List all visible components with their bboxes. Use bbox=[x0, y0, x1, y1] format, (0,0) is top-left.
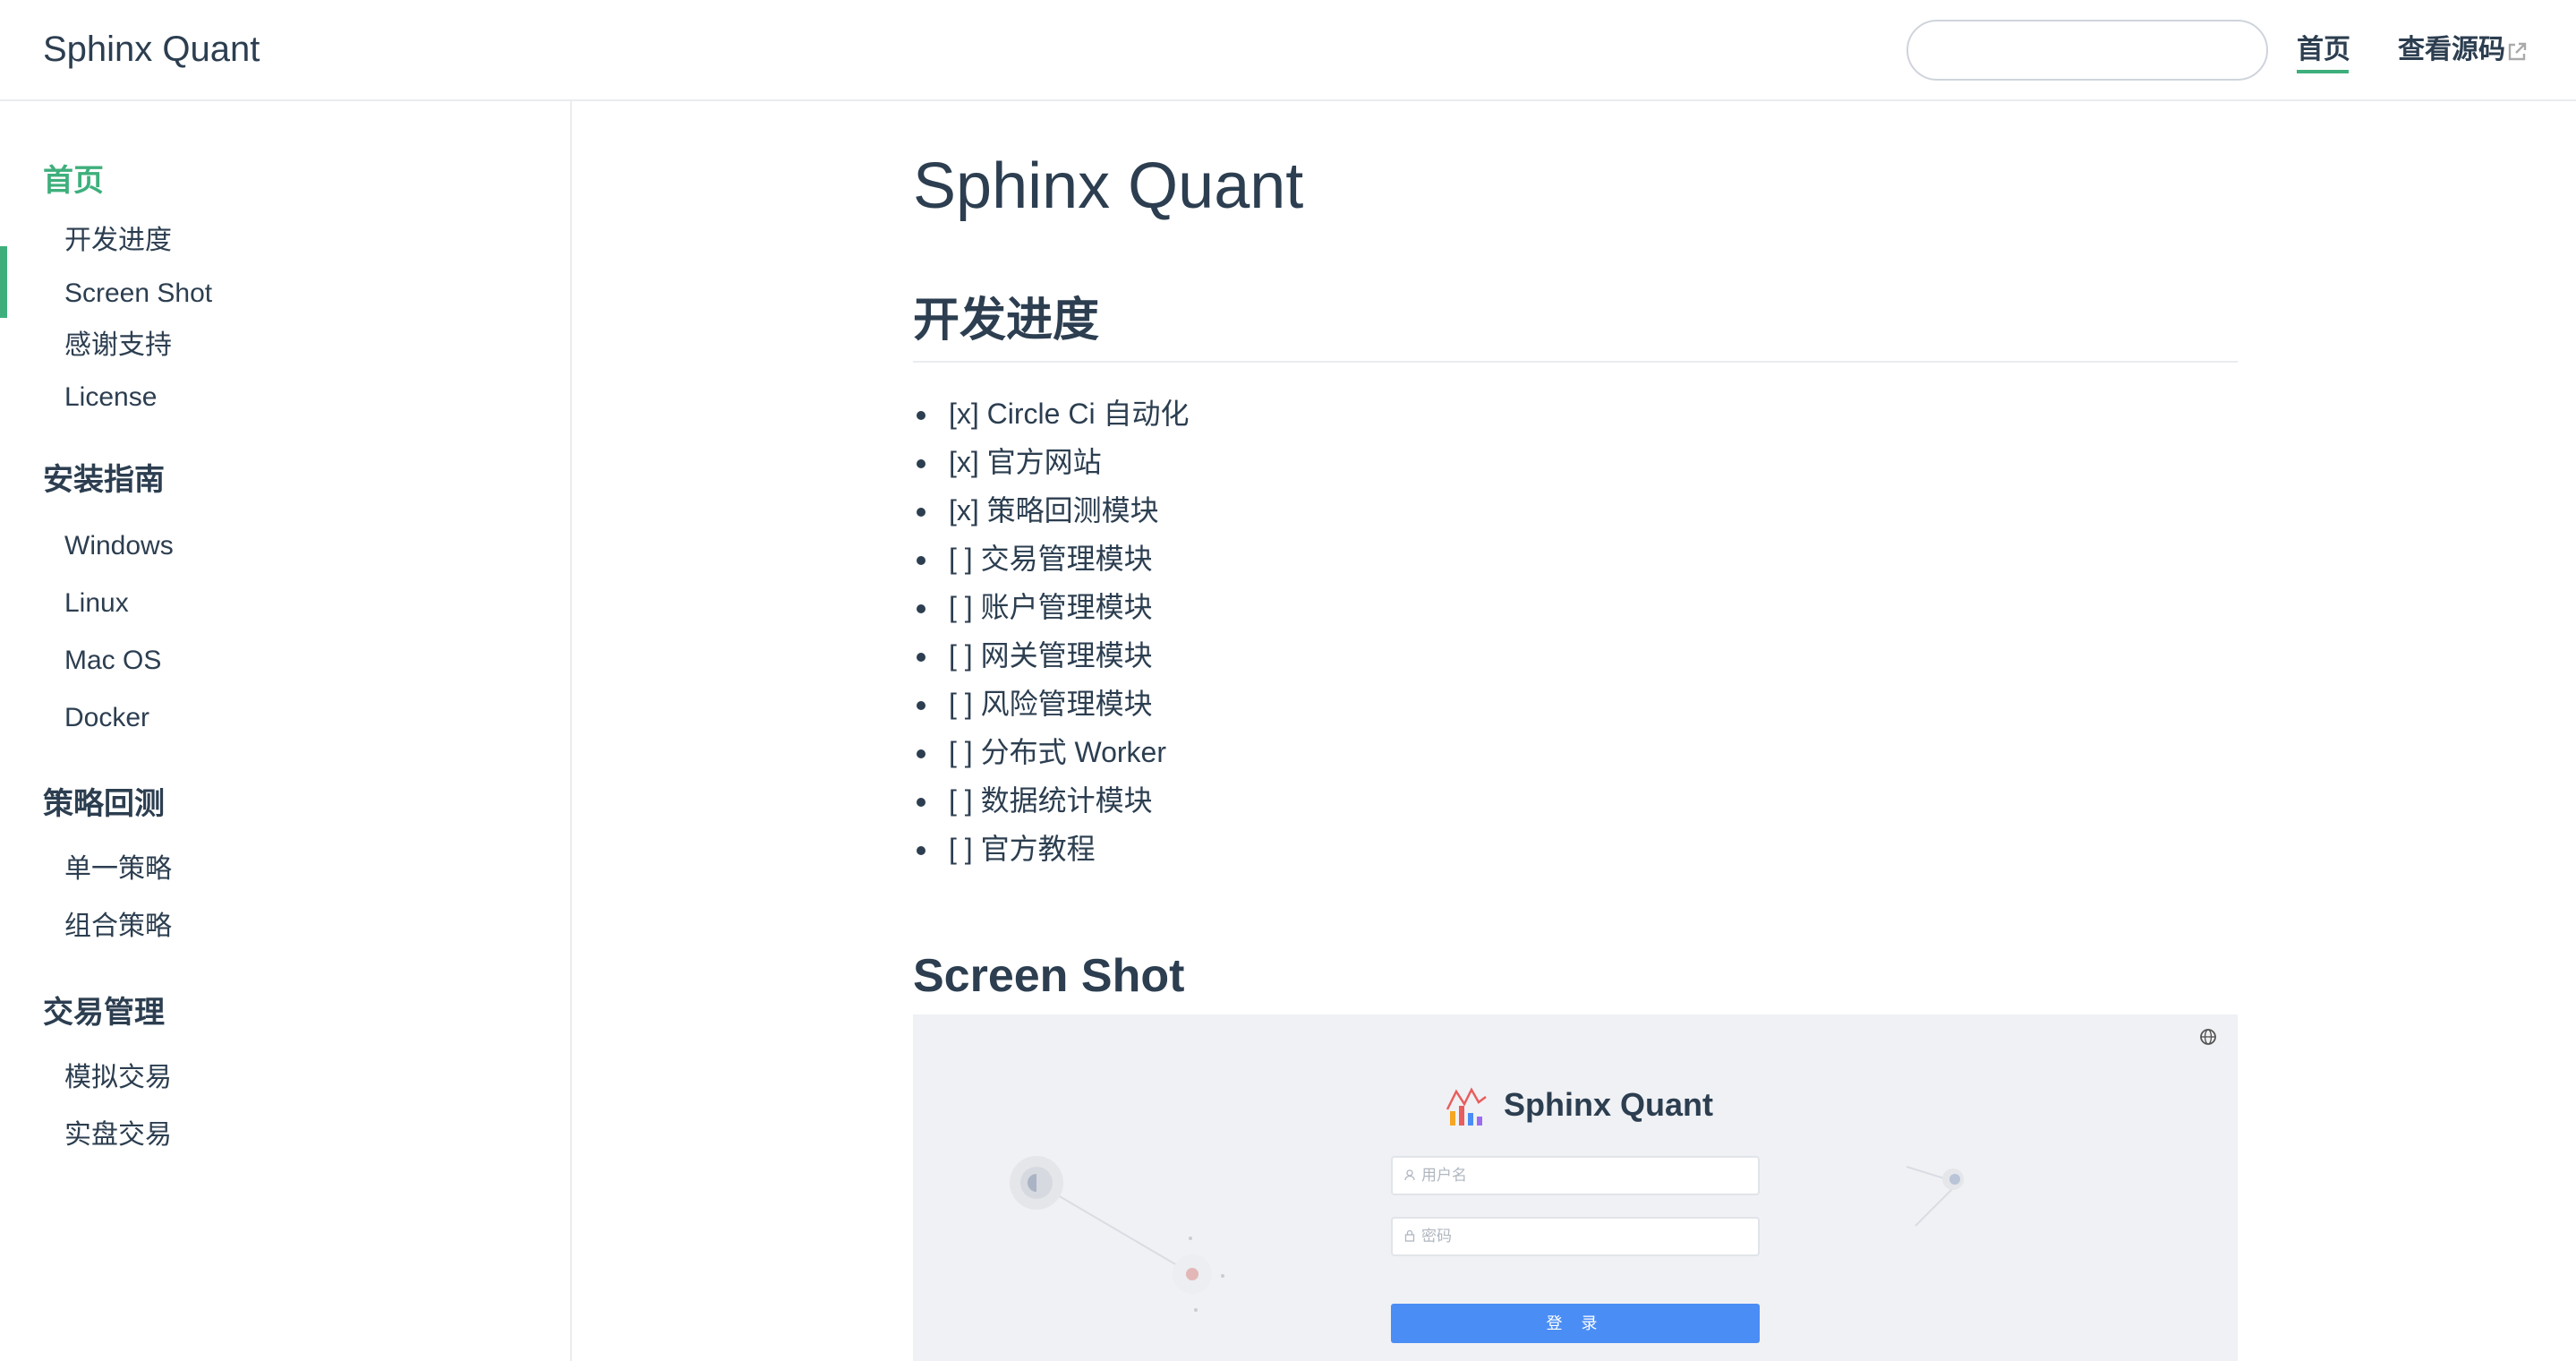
sphinx-logo-icon bbox=[1446, 1087, 1487, 1126]
globe-icon[interactable] bbox=[2198, 1027, 2218, 1047]
nav-link-home[interactable]: 首页 bbox=[2297, 32, 2350, 68]
list-item: [ ] 官方教程 bbox=[913, 825, 2238, 873]
external-link-icon bbox=[2508, 42, 2527, 61]
user-icon bbox=[1404, 1169, 1415, 1181]
active-nav-underline bbox=[2297, 70, 2349, 73]
sidebar-item-paper-trading[interactable]: 模拟交易 bbox=[64, 1060, 172, 1096]
login-button: 登 录 bbox=[1391, 1304, 1760, 1343]
heading-divider bbox=[913, 361, 2238, 363]
username-field: 用户名 bbox=[1391, 1156, 1760, 1195]
list-item: [x] 官方网站 bbox=[913, 438, 2238, 486]
username-placeholder: 用户名 bbox=[1421, 1167, 1467, 1184]
sidebar-group-home[interactable]: 首页 bbox=[43, 161, 104, 201]
sidebar-item-windows[interactable]: Windows bbox=[64, 528, 174, 564]
lock-icon bbox=[1404, 1229, 1415, 1242]
sidebar-item-linux[interactable]: Linux bbox=[64, 586, 129, 621]
list-item: [ ] 风险管理模块 bbox=[913, 680, 2238, 728]
search-input[interactable] bbox=[1906, 20, 2268, 81]
password-field: 密码 bbox=[1391, 1217, 1760, 1256]
sidebar-item-docker[interactable]: Docker bbox=[64, 700, 149, 736]
sidebar-group-trading[interactable]: 交易管理 bbox=[43, 993, 165, 1032]
list-item: [x] 策略回测模块 bbox=[913, 486, 2238, 535]
section-heading-dev-progress: 开发进度 bbox=[913, 295, 1100, 347]
screenshot-image: Sphinx Quant 用户名 密码 登 录 bbox=[913, 1014, 2238, 1361]
sidebar-item-macos[interactable]: Mac OS bbox=[64, 643, 161, 679]
list-item: [ ] 网关管理模块 bbox=[913, 631, 2238, 680]
site-name-link[interactable]: Sphinx Quant bbox=[43, 27, 260, 72]
sidebar-item-portfolio-strategy[interactable]: 组合策略 bbox=[64, 909, 172, 945]
password-placeholder: 密码 bbox=[1421, 1228, 1452, 1245]
sidebar-group-install[interactable]: 安装指南 bbox=[43, 460, 165, 500]
sidebar-item-thanks[interactable]: 感谢支持 bbox=[64, 328, 172, 364]
sidebar-item-live-trading[interactable]: 实盘交易 bbox=[64, 1117, 172, 1153]
list-item: [ ] 分布式 Worker bbox=[913, 728, 2238, 776]
progress-checklist: [x] Circle Ci 自动化 [x] 官方网站 [x] 策略回测模块 [ … bbox=[913, 389, 2238, 873]
top-navbar: Sphinx Quant 首页 查看源码 bbox=[0, 0, 2576, 101]
sidebar-item-single-strategy[interactable]: 单一策略 bbox=[64, 852, 172, 887]
section-heading-screen-shot: Screen Shot bbox=[913, 950, 1185, 1002]
list-item: [ ] 交易管理模块 bbox=[913, 535, 2238, 583]
page-title: Sphinx Quant bbox=[913, 150, 1304, 222]
nav-link-view-source[interactable]: 查看源码 bbox=[2398, 32, 2505, 68]
sidebar-item-screen-shot[interactable]: Screen Shot bbox=[64, 276, 212, 312]
list-item: [x] Circle Ci 自动化 bbox=[913, 389, 2238, 438]
list-item: [ ] 账户管理模块 bbox=[913, 583, 2238, 631]
sidebar: 首页 开发进度 Screen Shot 感谢支持 License 安装指南 Wi… bbox=[0, 101, 572, 1361]
sidebar-group-backtest[interactable]: 策略回测 bbox=[43, 784, 165, 824]
sidebar-item-license[interactable]: License bbox=[64, 380, 157, 415]
login-logo-text: Sphinx Quant bbox=[1504, 1086, 1713, 1123]
sidebar-item-dev-progress[interactable]: 开发进度 bbox=[64, 223, 172, 259]
list-item: [ ] 数据统计模块 bbox=[913, 776, 2238, 825]
sidebar-active-indicator bbox=[0, 246, 7, 318]
